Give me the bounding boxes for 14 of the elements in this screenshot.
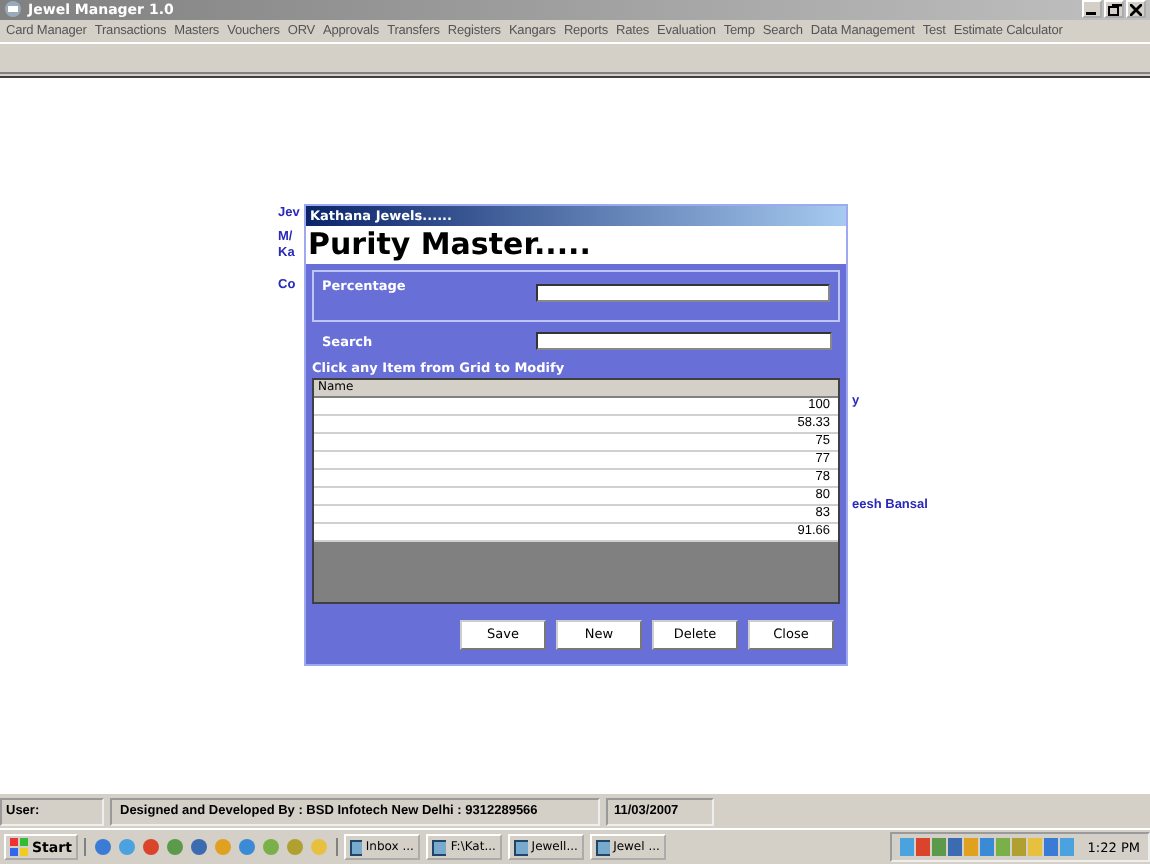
restore-button[interactable] <box>1104 0 1124 19</box>
close-icon <box>1130 3 1142 16</box>
minimize-button[interactable] <box>1082 0 1102 19</box>
window-icon <box>513 839 528 856</box>
app-icon <box>4 0 22 19</box>
restore-icon <box>1107 3 1121 16</box>
window-icon <box>349 839 362 856</box>
percentage-field[interactable] <box>536 283 830 302</box>
close-button[interactable] <box>1126 0 1146 19</box>
window-icon <box>595 839 610 856</box>
window-icon <box>431 839 447 856</box>
dialog-heading: Purity Master..... <box>308 226 591 263</box>
windows-flag-icon <box>10 838 28 857</box>
search-field[interactable] <box>536 332 832 351</box>
